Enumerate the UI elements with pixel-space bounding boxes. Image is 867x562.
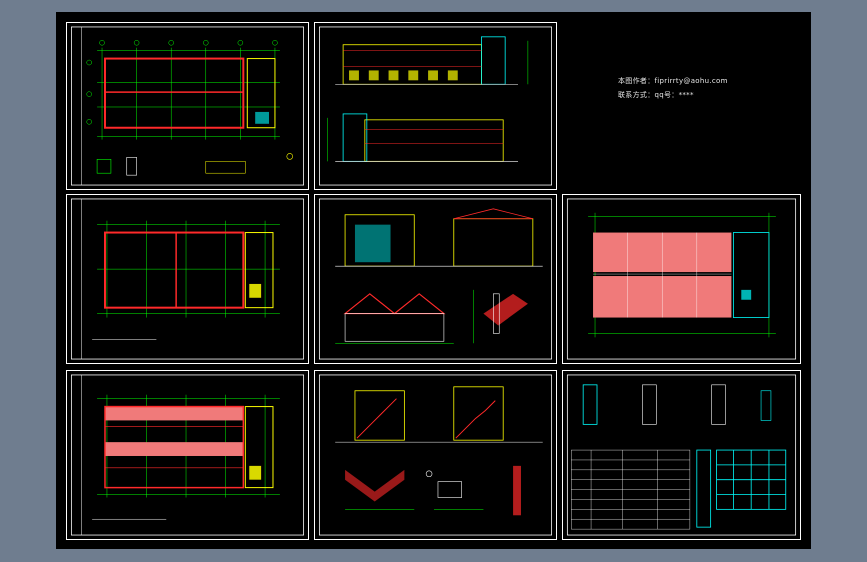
front-rear-elevations-drawing bbox=[319, 26, 552, 186]
sheet-roof-plan[interactable] bbox=[562, 194, 801, 364]
stair-sections-drawing bbox=[318, 374, 553, 536]
author-credit: 本图作者：fiprirrty@aohu.com bbox=[618, 77, 728, 85]
sheet-ground-floor-plan[interactable] bbox=[66, 22, 309, 190]
cad-model-space[interactable]: 本图作者：fiprirrty@aohu.com 联系方式：qq号：**** bbox=[56, 12, 811, 549]
roof-plan-drawing bbox=[566, 198, 797, 360]
side-elevations-sections-drawing bbox=[318, 198, 553, 360]
sheet-second-floor-plan[interactable] bbox=[66, 194, 309, 364]
third-floor-plan-drawing bbox=[70, 374, 305, 536]
contact-credit: 联系方式：qq号：**** bbox=[618, 91, 694, 99]
sheet-stair-sections[interactable] bbox=[314, 370, 557, 540]
sheet-details-door-window-schedule[interactable] bbox=[562, 370, 801, 540]
sheet-side-elevations-sections[interactable] bbox=[314, 194, 557, 364]
sheet-front-rear-elevations[interactable] bbox=[314, 22, 557, 190]
second-floor-plan-drawing bbox=[70, 198, 305, 360]
sheet-third-floor-plan[interactable] bbox=[66, 370, 309, 540]
details-schedule-drawing bbox=[566, 374, 797, 536]
ground-floor-plan-drawing bbox=[71, 26, 304, 186]
credits-block: 本图作者：fiprirrty@aohu.com 联系方式：qq号：**** bbox=[618, 76, 728, 100]
